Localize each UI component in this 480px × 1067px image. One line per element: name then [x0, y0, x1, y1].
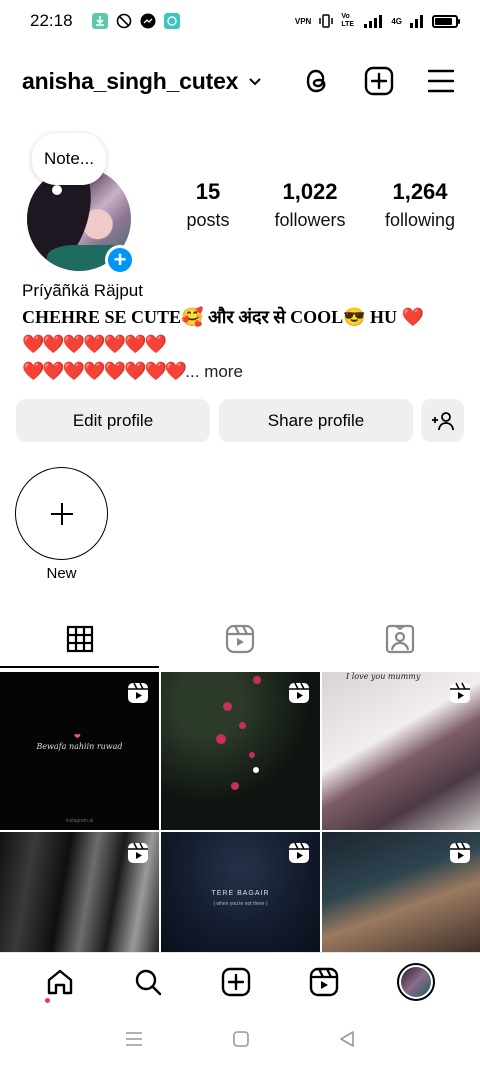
bio-line-1: CHEHRE SE CUTE🥰 और अंदर से COOL😎 HU ❤️: [22, 307, 424, 327]
posts-count: 15: [195, 179, 221, 204]
bio-line-2: ❤️❤️❤️❤️❤️❤️❤️: [22, 334, 167, 354]
posts-label: posts: [186, 210, 230, 230]
create-icon[interactable]: [221, 967, 251, 997]
heart-icon: ❤: [74, 732, 81, 741]
add-person-icon: [431, 411, 454, 430]
volte-icon: Vo LTE: [341, 13, 355, 28]
battery-icon: [432, 14, 460, 28]
home-icon[interactable]: [45, 967, 75, 997]
full-name: Príyãñkä Räjput: [22, 281, 143, 300]
post-thumbnail[interactable]: I love you mummy: [322, 672, 480, 830]
note-text: Note...: [43, 149, 95, 168]
home-button-icon[interactable]: [232, 1030, 250, 1048]
followers-label: followers: [274, 210, 346, 230]
create-post-icon[interactable]: [364, 66, 394, 96]
plus-icon: [50, 502, 73, 525]
post-caption-text: I love you mummy: [346, 672, 421, 681]
bio-line-3-hearts: ❤️❤️❤️❤️❤️❤️❤️❤️: [22, 361, 187, 381]
status-time: 22:18: [30, 11, 73, 30]
vpn-icon: VPN: [294, 16, 312, 26]
post-thumbnail[interactable]: [161, 672, 320, 830]
post-title-text: TERE BAGAIR: [211, 890, 270, 897]
message-notification-icon: [164, 13, 180, 29]
reel-badge-icon: [289, 682, 309, 703]
posts-grid: ❤ Bewafa nahiin ruwad instagram.ai I lov…: [0, 672, 480, 952]
followers-count: 1,022: [282, 179, 338, 204]
network-type-icon: 4G: [391, 16, 402, 26]
messenger-icon: [140, 13, 156, 29]
profile-nav-avatar[interactable]: [397, 962, 435, 1001]
post-thumbnail[interactable]: TERE BAGAIR ( when you're not there ): [161, 832, 320, 952]
chevron-down-icon[interactable]: [246, 72, 264, 90]
system-navigation: [0, 1010, 480, 1067]
tagged-icon: [385, 624, 415, 654]
post-thumbnail[interactable]: [322, 832, 480, 952]
reel-badge-icon: [450, 842, 470, 863]
add-story-icon[interactable]: +: [105, 245, 135, 275]
username[interactable]: anisha_singh_cutex: [22, 68, 238, 95]
bio-more-link[interactable]: ... more: [185, 362, 243, 381]
note-bubble-tail: [52, 185, 62, 195]
back-icon[interactable]: [338, 1030, 356, 1048]
new-highlight-label: New: [46, 565, 77, 582]
edit-profile-button[interactable]: Edit profile: [16, 399, 210, 442]
profile-header: anisha_singh_cutex: [0, 55, 480, 107]
post-subtitle-text: ( when you're not there ): [213, 901, 268, 907]
download-notification-icon: [92, 13, 108, 29]
recent-apps-icon[interactable]: [124, 1030, 144, 1048]
new-highlight-button[interactable]: [15, 467, 108, 560]
menu-icon[interactable]: [426, 66, 456, 96]
tab-tagged[interactable]: [320, 610, 480, 668]
reel-badge-icon: [289, 842, 309, 863]
active-tab-indicator: [0, 666, 159, 668]
threads-icon[interactable]: [302, 66, 332, 96]
post-thumbnail[interactable]: [0, 832, 159, 952]
notification-dot: [45, 998, 50, 1003]
grid-icon: [66, 625, 94, 653]
post-watermark: instagram.ai: [65, 818, 94, 824]
status-bar: 22:18 VPN Vo LTE 4G: [0, 0, 480, 42]
stat-following[interactable]: 1,264 following: [374, 178, 466, 234]
bottom-navigation: [0, 952, 480, 1010]
profile-tabs: [0, 610, 480, 668]
profile-stats: 15 posts 1,022 followers 1,264 following: [170, 178, 466, 234]
tab-reels[interactable]: [160, 610, 320, 668]
stat-followers[interactable]: 1,022 followers: [246, 178, 374, 234]
reel-badge-icon: [450, 682, 470, 703]
stat-posts[interactable]: 15 posts: [170, 178, 246, 234]
discover-people-button[interactable]: [421, 399, 464, 442]
vibrate-icon: [319, 14, 334, 28]
reel-badge-icon: [128, 842, 148, 863]
tab-grid[interactable]: [0, 610, 160, 668]
reel-badge-icon: [128, 682, 148, 703]
following-count: 1,264: [392, 179, 448, 204]
note-bubble[interactable]: Note...: [32, 133, 106, 185]
reels-icon: [225, 624, 255, 654]
share-profile-button[interactable]: Share profile: [219, 399, 413, 442]
following-label: following: [384, 210, 456, 230]
reels-nav-icon[interactable]: [309, 967, 339, 997]
post-caption-text: Bewafa nahiin ruwad: [36, 742, 123, 751]
signal-icon-2: [410, 15, 423, 28]
signal-icon: [364, 15, 383, 28]
blocked-notification-icon: [116, 13, 132, 29]
post-thumbnail[interactable]: ❤ Bewafa nahiin ruwad instagram.ai: [0, 672, 159, 830]
bio-line-3: ❤️❤️❤️❤️❤️❤️❤️❤️... more: [22, 361, 243, 382]
search-icon[interactable]: [133, 967, 163, 997]
